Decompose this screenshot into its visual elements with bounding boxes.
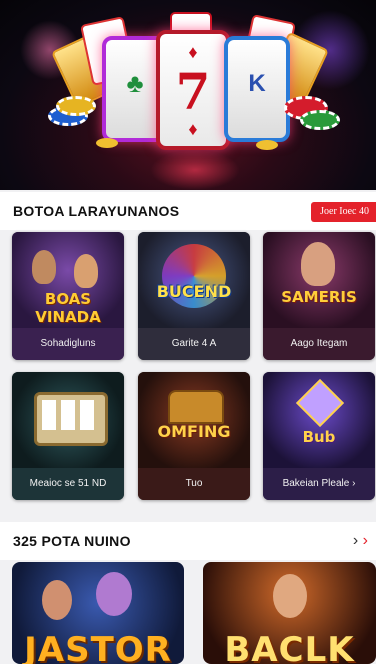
reel-symbol-king: K xyxy=(248,70,266,97)
chevron-right-icon[interactable]: › xyxy=(363,532,368,549)
character-icon xyxy=(74,254,98,288)
chevron-right-icon[interactable]: › xyxy=(353,532,358,549)
casino-chip-icon xyxy=(300,110,340,130)
reel-symbol-icon: ♦ xyxy=(188,119,198,139)
diamond-icon xyxy=(295,378,345,428)
gold-coin-icon xyxy=(256,140,278,150)
game-title: Bakeian Pleale › xyxy=(263,468,375,500)
character-icon xyxy=(32,250,56,284)
character-icon xyxy=(42,580,72,620)
carousel-arrows: › › xyxy=(353,532,368,550)
game-logo: Bub xyxy=(302,428,336,446)
game-title: Meaioc se 51 ND xyxy=(12,468,124,500)
game-logo: JASTOR xyxy=(24,630,172,664)
game-logo: SAMERIS xyxy=(281,288,357,306)
game-logo: OMFING xyxy=(157,422,231,441)
reel-symbol-icon: ♦ xyxy=(188,42,198,62)
game-artwork: SAMERIS xyxy=(263,232,375,328)
game-tile[interactable]: OMFING Tuo xyxy=(138,372,250,500)
game-artwork xyxy=(12,372,124,468)
game-title: Garite 4 A xyxy=(138,328,250,360)
section-title: 325 POTA NUINO xyxy=(13,533,131,549)
section-title: BOTOA LARAYUNANOS xyxy=(13,203,180,219)
game-tile[interactable]: BOAS VINADA Sohadigluns xyxy=(12,232,124,360)
game-title: Sohadigluns xyxy=(12,328,124,360)
slot-reel-center: ♦ 7 ♦ xyxy=(156,30,230,150)
game-logo: BACLK xyxy=(224,630,355,664)
character-icon xyxy=(273,574,307,618)
game-tile[interactable]: SAMERIS Aago Itegam xyxy=(263,232,375,360)
character-icon xyxy=(96,572,132,616)
casino-chip-icon xyxy=(56,96,96,116)
hero-banner[interactable]: ♣ ♦ 7 ♦ K xyxy=(0,0,376,190)
section-header: BOTOA LARAYUNANOS Joer Ioec 40 xyxy=(0,192,376,230)
reel-window xyxy=(61,400,75,430)
game-artwork: Bub xyxy=(263,372,375,468)
section-header: 325 POTA NUINO › › xyxy=(0,522,376,560)
gold-coin-icon xyxy=(96,138,118,148)
game-artwork: BOAS VINADA xyxy=(12,232,124,328)
reel-window xyxy=(42,400,56,430)
game-title: Tuo xyxy=(138,468,250,500)
game-artwork: OMFING xyxy=(138,372,250,468)
light-flare xyxy=(150,150,240,190)
game-tile[interactable]: BUCEND Garite 4 A xyxy=(138,232,250,360)
lucky-seven-symbol: 7 xyxy=(175,62,211,121)
game-logo: BOAS VINADA xyxy=(35,290,101,326)
chest-icon xyxy=(168,390,224,424)
game-tile[interactable]: Meaioc se 51 ND xyxy=(12,372,124,500)
game-title: Aago Itegam xyxy=(263,328,375,360)
see-all-button[interactable]: Joer Ioec 40 xyxy=(311,202,376,222)
game-artwork: BUCEND xyxy=(138,232,250,328)
featured-game-tile[interactable]: JASTOR xyxy=(12,562,184,664)
slot-reel-right: K xyxy=(224,36,290,142)
reel-window xyxy=(80,400,94,430)
game-tile[interactable]: Bub Bakeian Pleale › xyxy=(263,372,375,500)
character-icon xyxy=(301,242,335,286)
featured-game-tile[interactable]: BACLK xyxy=(203,562,376,664)
game-logo: BUCEND xyxy=(156,282,232,301)
